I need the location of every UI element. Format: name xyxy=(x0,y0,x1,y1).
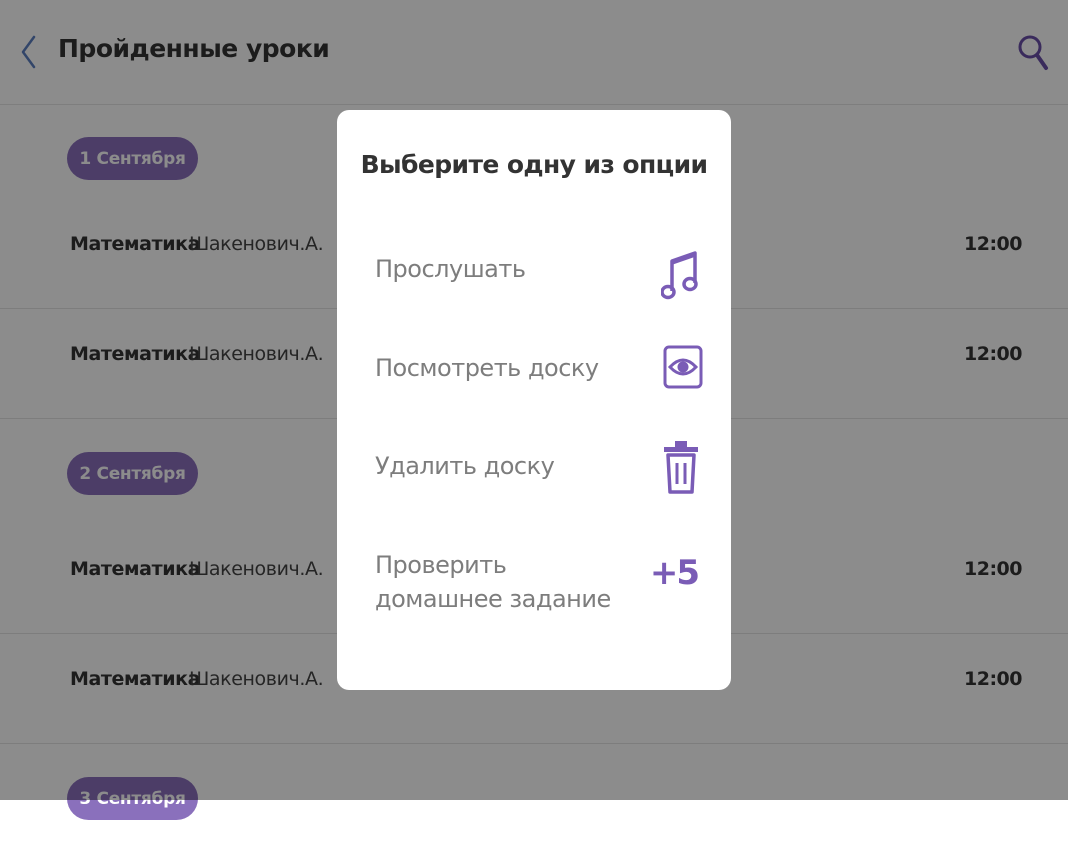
trash-icon xyxy=(662,439,700,501)
option-listen[interactable]: Прослушать xyxy=(375,250,699,302)
options-dialog: Выберите одну из опции Прослушать Посмот… xyxy=(337,110,731,690)
plus-five-icon: +5 xyxy=(649,553,700,593)
option-label: Удалить доску xyxy=(375,452,555,480)
eye-icon xyxy=(663,343,703,395)
option-delete-board[interactable]: Удалить доску xyxy=(375,441,699,500)
option-view-board[interactable]: Посмотреть доску xyxy=(375,345,703,402)
option-check-homework[interactable]: Проверить домашнее задание +5 xyxy=(375,548,700,620)
option-label: Проверить домашнее задание xyxy=(375,551,611,613)
option-label: Посмотреть доску xyxy=(375,354,599,382)
music-note-icon xyxy=(660,247,699,307)
dialog-title: Выберите одну из опции xyxy=(360,150,708,179)
option-label: Прослушать xyxy=(375,255,526,283)
